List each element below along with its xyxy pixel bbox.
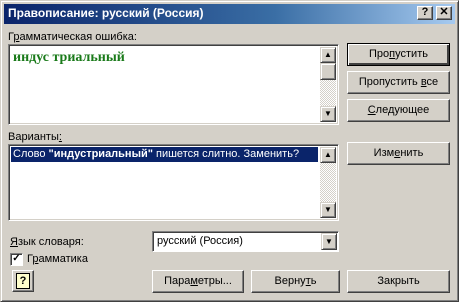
scroll-down-icon[interactable]: ▼	[320, 202, 336, 218]
options-button[interactable]: Параметры...	[152, 270, 244, 293]
scroll-up-icon[interactable]: ▲	[320, 47, 336, 63]
scroll-down-icon[interactable]: ▼	[320, 106, 336, 122]
help-icon: ?	[16, 273, 30, 289]
dictionary-language-value: русский (Россия)	[157, 235, 243, 247]
grammar-checkbox-label[interactable]: Грамматика	[27, 253, 88, 265]
help-button[interactable]: ?	[12, 270, 34, 292]
window-title: Правописание: русский (Россия)	[8, 6, 204, 20]
next-button[interactable]: Следующее	[347, 99, 450, 122]
change-button[interactable]: Изменить	[347, 142, 450, 165]
spelling-dialog: Правописание: русский (Россия) ? ✕ Грамм…	[0, 0, 459, 302]
error-text[interactable]: индус триальный	[13, 50, 125, 66]
title-bar[interactable]: Правописание: русский (Россия) ? ✕	[4, 4, 455, 24]
grammar-error-box[interactable]: индус триальный ▲ ▼	[8, 44, 339, 125]
chevron-down-icon[interactable]: ▼	[321, 233, 337, 250]
grammar-checkbox[interactable]: ✓	[10, 253, 23, 266]
undo-button[interactable]: Вернуть	[251, 270, 340, 293]
close-icon[interactable]: ✕	[436, 6, 452, 20]
grammar-error-label: Грамматическая ошибка:	[8, 31, 137, 43]
variants-scrollbar[interactable]: ▲ ▼	[320, 147, 336, 218]
scroll-up-icon[interactable]: ▲	[320, 147, 336, 163]
scroll-thumb[interactable]	[320, 63, 336, 80]
skip-all-button[interactable]: Пропустить все	[347, 71, 450, 94]
variants-label: Варианты:	[8, 131, 62, 143]
help-icon[interactable]: ?	[417, 6, 433, 20]
dictionary-language-label: Язык словаря:	[10, 236, 84, 248]
skip-button[interactable]: Пропустить	[347, 43, 450, 66]
error-scrollbar[interactable]: ▲ ▼	[320, 47, 336, 122]
variants-list[interactable]: Слово "индустриальный" пишется слитно. З…	[8, 144, 339, 221]
suggestion-item[interactable]: Слово "индустриальный" пишется слитно. З…	[11, 147, 318, 162]
close-button[interactable]: Закрыть	[347, 270, 450, 293]
dictionary-language-select[interactable]: русский (Россия) ▼	[152, 231, 339, 252]
